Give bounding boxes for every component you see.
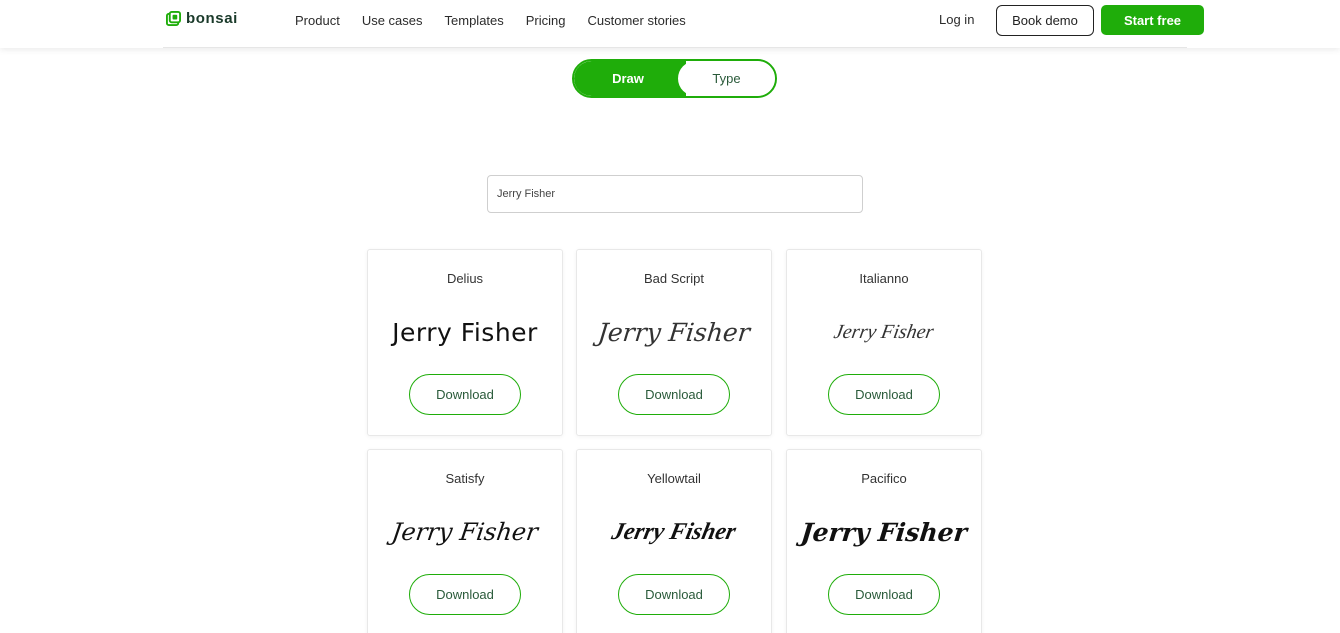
nav-product[interactable]: Product [295, 13, 340, 28]
type-tab[interactable]: Type [678, 61, 775, 96]
signature-preview-text: Jerry Fisher [390, 518, 540, 546]
nav-pricing[interactable]: Pricing [526, 13, 566, 28]
bonsai-logo[interactable]: bonsai [166, 10, 238, 27]
nav-use-cases[interactable]: Use cases [362, 13, 423, 28]
nav-customer-stories[interactable]: Customer stories [588, 13, 686, 28]
brand-name: bonsai [186, 10, 238, 27]
start-free-button[interactable]: Start free [1101, 5, 1204, 35]
font-card-yellowtail: Yellowtail Jerry Fisher Download [576, 449, 772, 633]
download-button[interactable]: Download [618, 374, 730, 415]
signature-preview: Jerry Fisher [368, 512, 562, 552]
signature-preview-text: Jerry Fisher [392, 317, 538, 347]
signature-mode-toggle: Draw Type [572, 59, 777, 98]
font-name: Satisfy [445, 471, 485, 486]
signature-preview-text: Jerry Fisher [596, 317, 752, 347]
font-name: Pacifico [861, 471, 907, 486]
font-name: Bad Script [644, 271, 704, 286]
login-link[interactable]: Log in [939, 12, 974, 27]
font-card-delius: Delius Jerry Fisher Download [367, 249, 563, 436]
top-header: bonsai Product Use cases Templates Prici… [0, 0, 1340, 48]
nav-templates[interactable]: Templates [445, 13, 504, 28]
signature-preview-text: Jerry Fisher [799, 517, 969, 547]
bonsai-logo-icon [166, 11, 181, 26]
signature-preview: Jerry Fisher [577, 312, 771, 352]
book-demo-button[interactable]: Book demo [996, 5, 1094, 36]
header-divider [163, 47, 1187, 48]
download-button[interactable]: Download [618, 574, 730, 615]
draw-tab[interactable]: Draw [574, 61, 686, 96]
font-card-pacifico: Pacifico Jerry Fisher Download [786, 449, 982, 633]
font-name: Italianno [859, 271, 909, 286]
download-button[interactable]: Download [409, 574, 521, 615]
download-button[interactable]: Download [828, 374, 940, 415]
signature-preview: Jerry Fisher [787, 312, 981, 352]
download-button[interactable]: Download [409, 374, 521, 415]
signature-preview: Jerry Fisher [577, 512, 771, 552]
download-button[interactable]: Download [828, 574, 940, 615]
draw-tab-label: Draw [612, 71, 644, 86]
signature-preview-text: Jerry Fisher [832, 320, 936, 343]
signature-name-input[interactable] [487, 175, 863, 213]
font-card-satisfy: Satisfy Jerry Fisher Download [367, 449, 563, 633]
font-name: Delius [446, 271, 484, 286]
signature-preview: Jerry Fisher [787, 512, 981, 552]
signature-preview-text: Jerry Fisher [609, 518, 739, 545]
font-name: Yellowtail [647, 471, 701, 486]
font-card-italianno: Italianno Jerry Fisher Download [786, 249, 982, 436]
main-nav: Product Use cases Templates Pricing Cust… [295, 13, 686, 28]
signature-preview: Jerry Fisher [368, 312, 562, 352]
font-card-bad-script: Bad Script Jerry Fisher Download [576, 249, 772, 436]
